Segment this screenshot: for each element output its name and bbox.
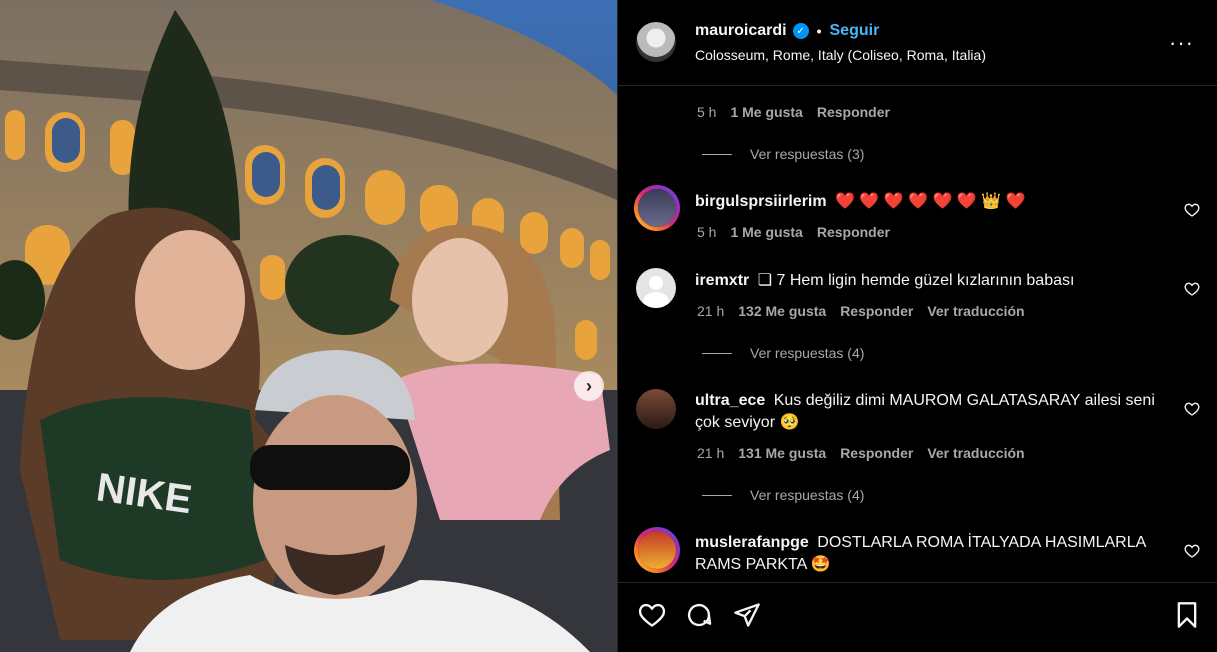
comment-likes[interactable]: 1 Me gusta [730,104,802,120]
post-header: mauroicardi ✓ • Seguir Colosseum, Rome, … [618,0,1217,86]
comment-time[interactable]: 5 h [697,104,716,120]
view-replies-button[interactable]: Ver respuestas (4) [702,487,864,503]
comment-meta: 21 h 132 Me gusta Responder Ver traducci… [697,303,1039,319]
save-icon[interactable] [1173,601,1201,629]
comment-meta: 5 h 1 Me gusta Responder [697,104,904,120]
commenter-avatar[interactable] [634,185,680,231]
commenter-username[interactable]: birgulsprsiirlerim [695,193,827,210]
comment-body: ❏ 7 Hem ligin hemde güzel kızlarının bab… [757,272,1075,289]
commenter-username[interactable]: muslerafanpge [695,534,809,551]
reply-button[interactable]: Responder [840,445,913,461]
view-replies-label: Ver respuestas (4) [750,487,865,503]
heart-icon[interactable] [1184,543,1200,559]
author-row: mauroicardi ✓ • Seguir [695,22,879,40]
comment-time[interactable]: 5 h [697,224,716,240]
comment-time[interactable]: 21 h [697,445,724,461]
post-photo[interactable]: NIKE › [0,0,617,652]
commenter-avatar[interactable] [636,268,676,308]
comment-icon[interactable] [685,601,713,629]
heart-icon[interactable] [1184,401,1200,417]
comment-time[interactable]: 21 h [697,303,724,319]
post-location[interactable]: Colosseum, Rome, Italy (Coliseo, Roma, I… [695,47,986,63]
heart-icon[interactable] [1184,281,1200,297]
comment-text: ultra_ece Kus değiliz dimi MAUROM GALATA… [695,390,1165,434]
comment-text: muslerafanpge DOSTLARLA ROMA İTALYADA HA… [695,532,1165,576]
colosseum-selfie-image: NIKE [0,0,617,652]
reply-button[interactable]: Responder [840,303,913,319]
comment-body: ❤️ ❤️ ❤️ ❤️ ❤️ ❤️ 👑 ❤️ [835,193,1026,210]
view-replies-label: Ver respuestas (3) [750,146,865,162]
reply-button[interactable]: Responder [817,104,890,120]
comment-meta: 5 h 1 Me gusta Responder [697,224,904,240]
comments-list[interactable]: 5 h 1 Me gusta Responder Ver respuestas … [618,87,1217,582]
heart-icon[interactable] [1184,202,1200,218]
like-heart-icon[interactable] [638,601,666,629]
verified-icon: ✓ [792,23,809,39]
comment-text: iremxtr ❏ 7 Hem ligin hemde güzel kızlar… [695,270,1165,292]
comment-text: birgulsprsiirlerim ❤️ ❤️ ❤️ ❤️ ❤️ ❤️ 👑 ❤… [695,191,1165,213]
view-replies-label: Ver respuestas (4) [750,345,865,361]
carousel-next-button[interactable]: › [574,371,604,401]
separator-dot: • [816,23,822,39]
commenter-avatar[interactable] [636,389,676,429]
more-icon[interactable]: ··· [1169,30,1194,56]
post-side-panel: mauroicardi ✓ • Seguir Colosseum, Rome, … [617,0,1217,652]
share-icon[interactable] [733,601,761,629]
translate-button[interactable]: Ver traducción [927,303,1024,319]
post-actions-bar [618,582,1217,652]
translate-button[interactable]: Ver traducción [927,445,1024,461]
comment-likes[interactable]: 131 Me gusta [738,445,826,461]
view-replies-button[interactable]: Ver respuestas (4) [702,345,864,361]
author-username[interactable]: mauroicardi [695,22,787,40]
comment-meta: 21 h 131 Me gusta Responder Ver traducci… [697,445,1039,461]
commenter-avatar[interactable] [634,527,680,573]
follow-button[interactable]: Seguir [830,22,880,40]
comment-likes[interactable]: 1 Me gusta [730,224,802,240]
commenter-username[interactable]: ultra_ece [695,392,765,409]
reply-button[interactable]: Responder [817,224,890,240]
author-avatar[interactable] [636,22,676,62]
comment-likes[interactable]: 132 Me gusta [738,303,826,319]
chevron-right-icon: › [586,375,592,396]
commenter-username[interactable]: iremxtr [695,272,749,289]
view-replies-button[interactable]: Ver respuestas (3) [702,146,864,162]
